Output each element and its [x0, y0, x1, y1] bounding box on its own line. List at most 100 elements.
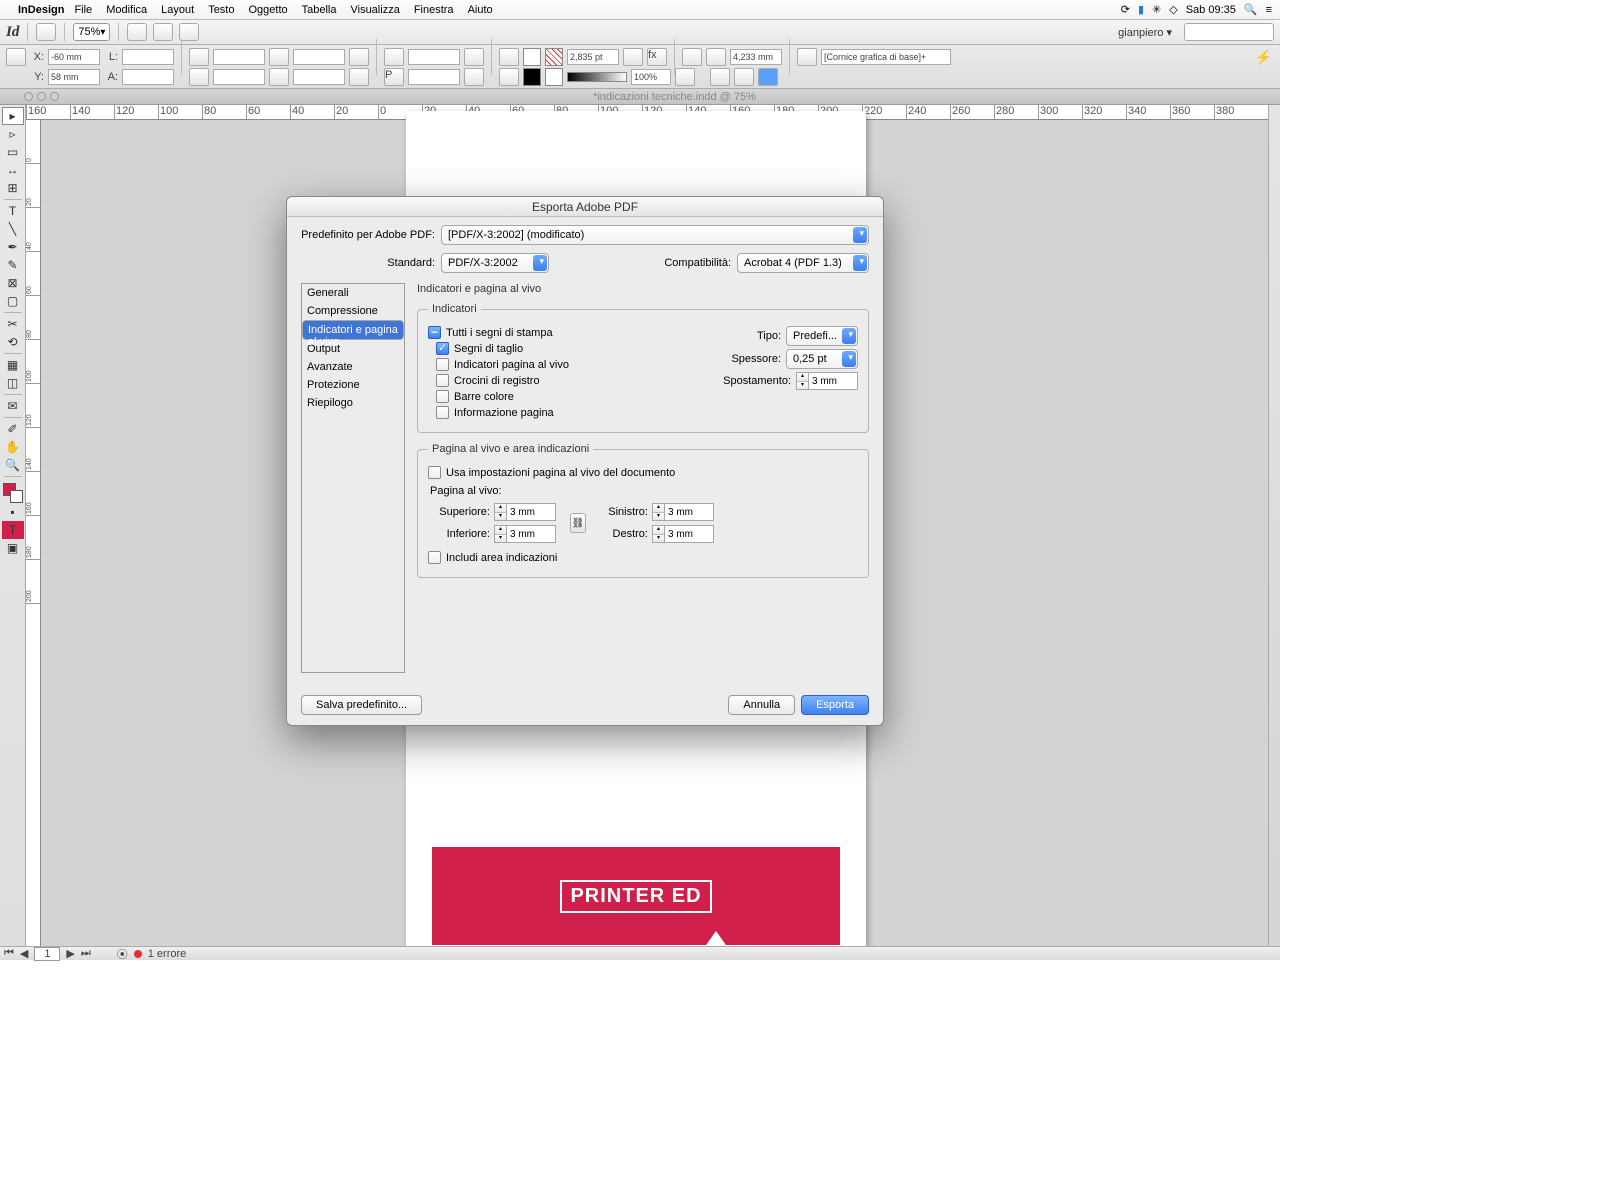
page-info-checkbox[interactable] — [436, 406, 449, 419]
screen-mode-icon[interactable] — [153, 23, 173, 41]
note-tool[interactable]: ✉ — [2, 397, 24, 415]
next-page-icon[interactable]: ▶ — [66, 947, 74, 960]
rectangle-frame-tool[interactable]: ⊠ — [2, 274, 24, 292]
bridge-icon[interactable] — [36, 23, 56, 41]
registration-checkbox[interactable] — [436, 374, 449, 387]
first-page-icon[interactable]: ⏮ — [4, 947, 14, 960]
include-slug-checkbox[interactable] — [428, 551, 441, 564]
corner-field[interactable] — [408, 49, 460, 65]
weight-select[interactable]: 0,25 pt — [786, 349, 858, 369]
direct-selection-tool[interactable]: ▹ — [2, 125, 24, 143]
error-text[interactable]: 1 errore — [148, 948, 187, 960]
status-icon-2[interactable]: ▮ — [1138, 3, 1144, 16]
fill-swatch-icon[interactable] — [499, 48, 519, 66]
side-riepilogo[interactable]: Riepilogo — [302, 394, 404, 412]
corner-icon[interactable] — [384, 48, 404, 66]
menu-visualizza[interactable]: Visualizza — [350, 4, 399, 16]
status-icon-3[interactable]: ✳ — [1152, 3, 1161, 16]
align-3-icon[interactable] — [758, 68, 778, 86]
rectangle-tool[interactable]: ▢ — [2, 292, 24, 310]
menu-testo[interactable]: Testo — [208, 4, 234, 16]
preflight-icon[interactable]: ⦿ — [117, 946, 128, 962]
fx-icon[interactable]: fx — [647, 48, 667, 66]
link-bleed-icon[interactable]: ⛓ — [570, 513, 586, 533]
menu-oggetto[interactable]: Oggetto — [248, 4, 287, 16]
bleed-marks-checkbox[interactable] — [436, 358, 449, 371]
side-protezione[interactable]: Protezione — [302, 376, 404, 394]
last-page-icon[interactable]: ⏭ — [81, 947, 91, 960]
flip-h-icon[interactable] — [349, 48, 369, 66]
menu-modifica[interactable]: Modifica — [106, 4, 147, 16]
x-field[interactable]: -60 mm — [48, 49, 100, 65]
flip-v-icon[interactable] — [349, 68, 369, 86]
window-max-icon[interactable] — [50, 92, 59, 101]
stroke-style-icon[interactable] — [623, 48, 643, 66]
selection-tool[interactable]: ▸ — [2, 107, 24, 125]
zoom-field[interactable]: 75% ▾ — [73, 23, 110, 41]
crop-marks-checkbox[interactable] — [436, 342, 449, 355]
pencil-tool[interactable]: ✎ — [2, 256, 24, 274]
menu-aiuto[interactable]: Aiuto — [468, 4, 493, 16]
pen-tool[interactable]: ✒ — [2, 238, 24, 256]
quick-apply-icon[interactable]: ⚡ — [1255, 49, 1272, 66]
a-field[interactable] — [122, 69, 174, 85]
l-field[interactable] — [122, 49, 174, 65]
pathfinder2-icon[interactable] — [464, 68, 484, 86]
fill-stroke-swatch[interactable] — [3, 483, 23, 503]
side-compressione[interactable]: Compressione — [302, 302, 404, 320]
black-swatch[interactable] — [523, 68, 541, 86]
menu-file[interactable]: File — [74, 4, 92, 16]
reference-point-icon[interactable] — [6, 48, 26, 66]
tint-ramp[interactable] — [567, 72, 627, 82]
tint-field[interactable]: 100% — [631, 69, 671, 85]
wifi-icon[interactable]: ◇ — [1169, 3, 1177, 16]
side-avanzate[interactable]: Avanzate — [302, 358, 404, 376]
view-options-icon[interactable] — [127, 23, 147, 41]
color-bars-checkbox[interactable] — [436, 390, 449, 403]
rotate-field[interactable] — [293, 49, 345, 65]
scissors-tool[interactable]: ✂ — [2, 315, 24, 333]
eyedropper-tool[interactable]: ✐ — [2, 420, 24, 438]
all-marks-checkbox[interactable] — [428, 326, 441, 339]
object-style-field[interactable]: [Cornice grafica di base]+ — [821, 49, 951, 65]
screen-mode-tool[interactable]: ▣ — [2, 539, 24, 557]
scale-x-field[interactable] — [213, 49, 265, 65]
formatting-container-icon[interactable]: T — [2, 521, 24, 539]
window-min-icon[interactable] — [37, 92, 46, 101]
gradient-swatch-tool[interactable]: ▦ — [2, 356, 24, 374]
offset-field[interactable]: ▴▾ — [796, 372, 858, 390]
p-icon[interactable]: P — [384, 68, 404, 86]
line-tool[interactable]: ╲ — [2, 220, 24, 238]
cancel-button[interactable]: Annulla — [728, 695, 795, 715]
zoom-tool[interactable]: 🔍 — [2, 456, 24, 474]
align-1-icon[interactable] — [710, 68, 730, 86]
menu-finestra[interactable]: Finestra — [414, 4, 454, 16]
menu-tabella[interactable]: Tabella — [302, 4, 337, 16]
stroke-weight-field[interactable]: 2,835 pt — [567, 49, 619, 65]
page-tool[interactable]: ▭ — [2, 143, 24, 161]
scale-y-field[interactable] — [213, 69, 265, 85]
spotlight-icon[interactable]: 🔍 — [1244, 3, 1258, 16]
scale-x-icon[interactable] — [189, 48, 209, 66]
apply-color-icon[interactable]: ▪ — [2, 503, 24, 521]
app-name[interactable]: InDesign — [18, 4, 64, 16]
top-field[interactable]: ▴▾ — [494, 503, 556, 521]
compat-select[interactable]: Acrobat 4 (PDF 1.3) — [737, 253, 869, 273]
p-field[interactable] — [408, 69, 460, 85]
align-2-icon[interactable] — [734, 68, 754, 86]
pathfinder-icon[interactable] — [464, 48, 484, 66]
object-style-icon[interactable] — [797, 48, 817, 66]
preset-select[interactable]: [PDF/X-3:2002] (modificato) — [441, 225, 869, 245]
content-collector-tool[interactable]: ⊞ — [2, 179, 24, 197]
swap-icon[interactable] — [499, 68, 519, 86]
document-tab[interactable]: *indicazioni tecniche.indd @ 75% — [69, 91, 1280, 103]
menu-layout[interactable]: Layout — [161, 4, 194, 16]
page-number-field[interactable]: 1 — [34, 947, 60, 961]
search-field[interactable] — [1184, 23, 1274, 41]
menu-icon[interactable]: ≡ — [1266, 4, 1272, 16]
free-transform-tool[interactable]: ⟲ — [2, 333, 24, 351]
fill-swatch[interactable] — [523, 48, 541, 66]
window-close-icon[interactable] — [24, 92, 33, 101]
type-select[interactable]: Predefi... — [786, 326, 858, 346]
clock[interactable]: Sab 09:35 — [1186, 4, 1236, 16]
